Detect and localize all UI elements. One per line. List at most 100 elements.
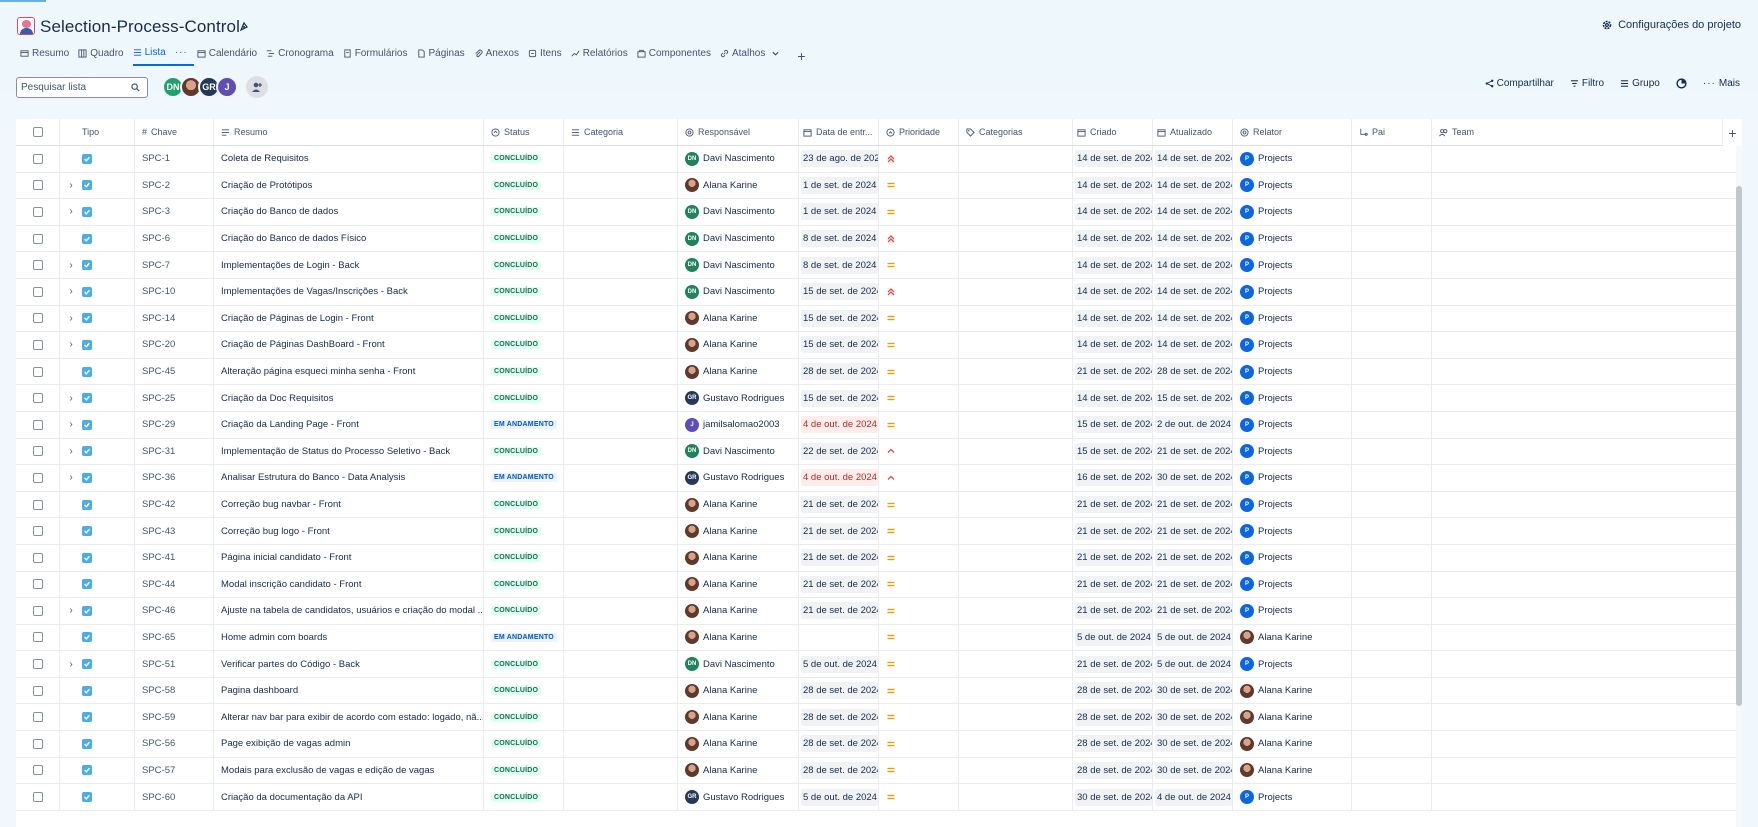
priority-cell[interactable] [879,544,959,571]
category-cell[interactable] [564,731,678,757]
parent-cell[interactable] [1352,491,1432,518]
assignee-cell[interactable]: Alana Karine [678,598,799,624]
tab-componentes[interactable]: Componentes [637,46,717,65]
team-cell[interactable] [1432,226,1742,252]
due-date-cell[interactable]: 15 de set. de 2024 [799,305,879,332]
priority-cell[interactable] [879,491,959,518]
labels-cell[interactable] [959,624,1073,651]
team-cell[interactable] [1432,146,1742,172]
team-cell[interactable] [1432,518,1742,544]
search-box[interactable] [16,76,148,98]
reporter-cell[interactable]: P Projects [1233,438,1352,465]
issue-summary[interactable]: Criação de Páginas de Login - Front [214,305,484,332]
issue-summary[interactable]: Implementações de Vagas/Inscrições - Bac… [214,278,484,305]
category-cell[interactable] [564,571,678,598]
assignee-cell[interactable]: DN Davi Nascimento [678,651,799,677]
table-row[interactable]: SPC-59 Alterar nav bar para exibir de aco… [16,704,1742,732]
table-row[interactable]: › SPC-10 Implementações de Vagas/Inscriçõe… [16,278,1742,306]
issue-key[interactable]: SPC-65 [135,624,214,651]
table-row[interactable]: SPC-43 Correção bug logo - Front CONCLUÍDO… [16,518,1742,545]
rocket-icon[interactable] [238,21,250,33]
priority-cell[interactable] [879,438,959,465]
reporter-cell[interactable]: P Projects [1233,305,1352,332]
column-header-relator[interactable]: Relator [1233,119,1352,145]
priority-cell[interactable] [879,411,959,438]
reporter-cell[interactable]: P Projects [1233,784,1352,810]
table-row[interactable]: › SPC-20 Criação de Páginas DashBoard - Fr… [16,332,1742,359]
due-date-cell[interactable]: 8 de set. de 2024 [799,252,879,278]
category-cell[interactable] [564,172,678,199]
status-cell[interactable]: CONCLUÍDO [484,146,564,172]
table-row[interactable]: SPC-6 Criação do Banco de dados Físico CON… [16,225,1742,253]
issue-summary[interactable]: Modais para exclusão de vagas e edição d… [214,757,484,784]
chevron-right-icon[interactable]: › [60,446,82,457]
priority-cell[interactable] [879,598,959,624]
issue-key[interactable]: SPC-45 [135,358,214,385]
team-cell[interactable] [1432,625,1742,651]
due-date-cell[interactable]: 23 de ago. de 202 [799,146,879,172]
category-cell[interactable] [564,278,678,305]
row-checkbox[interactable] [32,472,43,483]
due-date-cell[interactable]: 21 de set. de 2024 [799,544,879,571]
row-checkbox[interactable] [32,632,43,643]
row-checkbox[interactable] [32,499,43,510]
assignee-cell[interactable]: Alana Karine [678,332,799,358]
issue-summary[interactable]: Analisar Estrutura do Banco - Data Analy… [214,465,484,491]
issue-summary[interactable]: Home admin com boards [214,624,484,651]
labels-cell[interactable] [959,598,1073,624]
category-cell[interactable] [564,598,678,624]
category-cell[interactable] [564,651,678,677]
parent-cell[interactable] [1352,252,1432,278]
table-row[interactable]: SPC-57 Modais para exclusão de vagas e ed… [16,757,1742,785]
assignee-cell[interactable]: Alana Karine [678,305,799,332]
issue-summary[interactable]: Criação da documentação da API [214,784,484,810]
issue-summary[interactable]: Correção bug logo - Front [214,518,484,544]
issue-key[interactable]: SPC-43 [135,518,214,544]
table-row[interactable]: › SPC-14 Criação de Páginas de Login - Fro… [16,305,1742,333]
reporter-cell[interactable]: P Projects [1233,571,1352,598]
team-cell[interactable] [1432,784,1742,810]
team-cell[interactable] [1432,572,1742,598]
assignee-cell[interactable]: DN Davi Nascimento [678,252,799,278]
parent-cell[interactable] [1352,598,1432,624]
issue-key[interactable]: SPC-59 [135,704,214,731]
parent-cell[interactable] [1352,624,1432,651]
assignee-cell[interactable]: Alana Karine [678,704,799,731]
category-cell[interactable] [564,199,678,225]
due-date-cell[interactable]: 28 de set. de 2024 [799,704,879,731]
parent-cell[interactable] [1352,305,1432,332]
status-cell[interactable]: CONCLUÍDO [484,252,564,278]
issue-summary[interactable]: Criação de Páginas DashBoard - Front [214,332,484,358]
table-row[interactable]: › SPC-2 Criação de Protótipos CONCLUÍDO Alan… [16,172,1742,200]
row-checkbox[interactable] [32,366,43,377]
due-date-cell[interactable]: 1 de set. de 2024 [799,199,879,225]
add-tab-button[interactable]: + [797,48,805,64]
assignee-cell[interactable]: DN Davi Nascimento [678,199,799,225]
status-cell[interactable]: CONCLUÍDO [484,784,564,810]
row-checkbox[interactable] [32,579,43,590]
parent-cell[interactable] [1352,438,1432,465]
parent-cell[interactable] [1352,784,1432,810]
status-cell[interactable]: CONCLUÍDO [484,704,564,731]
assignee-cell[interactable]: Alana Karine [678,544,799,571]
share-button[interactable]: Compartilhar [1485,78,1554,89]
issue-key[interactable]: SPC-29 [135,411,214,438]
priority-cell[interactable] [879,624,959,651]
assignee-cell[interactable]: DN Davi Nascimento [678,146,799,172]
assignee-cell[interactable]: Alana Karine [678,172,799,199]
labels-cell[interactable] [959,172,1073,199]
issue-summary[interactable]: Criação do Banco de dados [214,199,484,225]
due-date-cell[interactable]: 21 de set. de 2024 [799,571,879,598]
issue-key[interactable]: SPC-44 [135,571,214,598]
assignee-cell[interactable]: Alana Karine [678,677,799,704]
tab-resumo[interactable]: Resumo [20,46,75,65]
due-date-cell[interactable]: 4 de out. de 2024 [799,465,879,491]
issue-key[interactable]: SPC-20 [135,332,214,358]
column-header-pai[interactable]: Pai [1352,119,1432,145]
add-column-button[interactable]: + [1722,119,1742,146]
status-cell[interactable]: CONCLUÍDO [484,305,564,332]
priority-cell[interactable] [879,305,959,332]
due-date-cell[interactable]: 15 de set. de 2024 [799,278,879,305]
reporter-cell[interactable]: P Projects [1233,252,1352,278]
row-checkbox[interactable] [32,765,43,776]
